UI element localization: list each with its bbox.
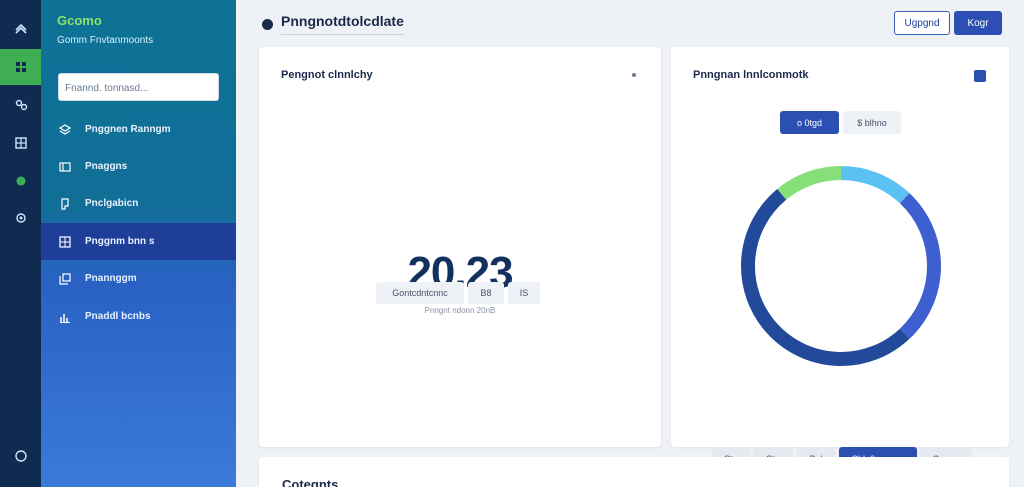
apps-icon[interactable] (0, 10, 41, 46)
icon-rail (0, 0, 41, 487)
bottom-card-title: Cotegnts (282, 477, 339, 487)
filter-chip[interactable]: B8 (468, 282, 504, 304)
page-title-icon (262, 18, 273, 30)
sidebar-item-documents[interactable]: Pnclgabicn (41, 185, 236, 222)
sidebar-item-layers[interactable]: Pnggnen Ranngm (41, 111, 236, 148)
donut-slice (777, 166, 842, 200)
bottom-card (259, 457, 1009, 487)
sidebar-item-label: Pnggnen Ranngm (85, 124, 171, 135)
donut-chart (741, 166, 941, 366)
expand-icon[interactable] (974, 70, 986, 82)
card-title: Pengnot clnnlchy (281, 69, 373, 81)
leaf-icon[interactable] (0, 163, 41, 199)
grid-icon (59, 235, 71, 248)
sidebar-item-label: Pnggnm bnn s (85, 236, 155, 247)
sidebar: Gcomo Gomm Fnvtanmoonts Fnannd. tonnasd.… (41, 0, 236, 487)
dashboard-icon[interactable] (0, 49, 41, 85)
brand-name: Gcomo (57, 13, 102, 28)
sidebar-item-label: Pnaggns (85, 161, 128, 172)
layers-icon (59, 123, 71, 135)
sidebar-item-frames[interactable]: Pnannggm (41, 260, 236, 297)
brand-subtitle: Gomm Fnvtanmoonts (57, 35, 154, 46)
sidebar-item-windows[interactable]: Pnaggns (41, 148, 236, 185)
metric-caption: Pnngnt ndonn 20nB (424, 306, 496, 315)
chart-card: Pnngnan lnnlconmotk o 0tgd $ blhno Gta G… (671, 47, 1009, 470)
page-title-text: Pnngnotdtolcdlate (281, 13, 404, 35)
window-icon (59, 161, 71, 172)
primary-button[interactable]: Kogr (954, 11, 1002, 35)
settings-icon[interactable] (0, 200, 41, 236)
search-input[interactable]: Fnannd. tonnasd... (58, 73, 219, 101)
sidebar-item-label: Pnaddl bcnbs (85, 311, 151, 322)
donut-slice (899, 193, 941, 339)
filter-chip[interactable]: Gontcdntcnnc (376, 282, 464, 304)
donut-slice (840, 166, 910, 204)
summary-card: Pengnot clnnlchy 20.23 Pnngnt ndonn 20nB… (259, 47, 661, 447)
sidebar-item-grid[interactable]: Pnggnm bnn s (41, 223, 236, 260)
sidebar-item-label: Pnclgabicn (85, 198, 139, 209)
update-button[interactable]: Ugpgnd (894, 11, 950, 35)
document-icon (61, 197, 69, 210)
card-menu-icon[interactable] (632, 73, 636, 77)
filter-chip[interactable]: IS (508, 282, 540, 304)
users-icon[interactable] (0, 87, 41, 123)
page-title: Pnngnotdtolcdlate (262, 13, 404, 35)
bar-chart-icon (60, 313, 70, 323)
donut-slice (741, 188, 910, 366)
frame-icon (59, 272, 71, 285)
sidebar-item-label: Pnannggm (85, 273, 137, 284)
grid-icon[interactable] (0, 125, 41, 161)
help-icon[interactable] (0, 438, 41, 474)
sidebar-item-reports[interactable]: Pnaddl bcnbs (41, 298, 236, 335)
